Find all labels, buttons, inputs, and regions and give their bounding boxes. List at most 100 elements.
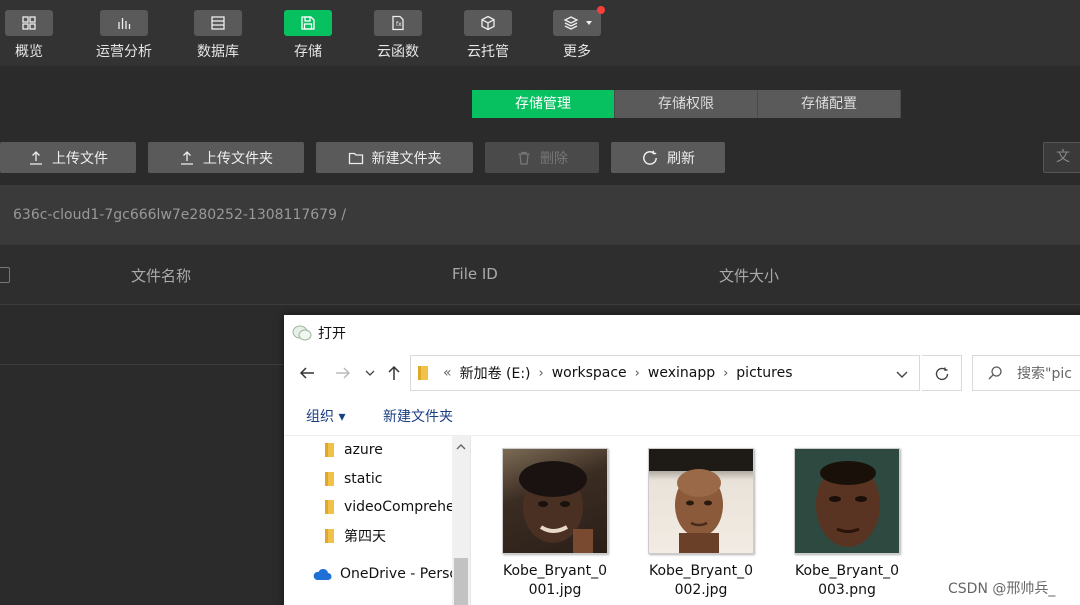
image-thumbnail (794, 448, 900, 554)
delete-button[interactable]: 删除 (485, 142, 599, 173)
file-search-input[interactable]: 文 (1043, 142, 1080, 173)
chevron-down-icon (586, 21, 592, 25)
toolbar-label: 数据库 (197, 44, 239, 60)
search-icon (988, 366, 1002, 380)
database-icon (194, 10, 242, 36)
toolbar-cloud-hosting-button[interactable]: 云托管 (464, 10, 512, 61)
up-arrow-icon[interactable] (385, 364, 403, 382)
chevron-down-icon[interactable] (364, 364, 376, 382)
dialog-title-bar: 打开 (292, 323, 346, 343)
address-segment[interactable]: workspace (552, 365, 627, 381)
folder-icon (325, 529, 334, 543)
svg-text:fx: fx (396, 21, 402, 28)
tree-item-videocomprehe[interactable]: videoComprehe (324, 496, 452, 518)
tree-item-label: OneDrive - Perso (340, 566, 452, 582)
tree-item-label: azure (344, 442, 383, 458)
upload-icon (30, 150, 42, 165)
column-file-id[interactable]: File ID (452, 265, 498, 283)
dialog-title: 打开 (318, 326, 346, 342)
tab-storage-config[interactable]: 存储配置 (758, 90, 901, 118)
address-segment[interactable]: wexinapp (648, 365, 715, 381)
folder-icon (325, 500, 334, 514)
upload-file-label: 上传文件 (52, 150, 108, 167)
tree-item-label: videoComprehe (344, 499, 452, 515)
folder-icon (348, 152, 363, 164)
upload-folder-button[interactable]: 上传文件夹 (148, 142, 304, 173)
tree-item-day4[interactable]: 第四天 (324, 525, 386, 547)
toolbar-cloud-function-button[interactable]: fx 云函数 (374, 10, 422, 61)
delete-label: 删除 (540, 150, 568, 167)
top-toolbar: 概览 运营分析 数据库 存储 fx 云函数 云托管 更多 (0, 0, 1080, 66)
chevron-right-icon: › (723, 365, 729, 381)
search-input[interactable]: 搜索"pic (972, 355, 1080, 391)
upload-folder-label: 上传文件夹 (203, 150, 273, 167)
new-folder-button[interactable]: 新建文件夹 (316, 142, 473, 173)
chevron-down-icon[interactable] (895, 367, 909, 381)
toolbar-more-button[interactable]: 更多 (553, 6, 605, 61)
tree-item-azure[interactable]: azure (324, 439, 383, 461)
refresh-icon (643, 150, 657, 165)
tab-storage-management[interactable]: 存储管理 (472, 90, 615, 118)
address-overflow[interactable]: « (443, 365, 452, 381)
column-file-size[interactable]: 文件大小 (719, 265, 779, 286)
column-file-name[interactable]: 文件名称 (131, 265, 191, 286)
file-name: Kobe_Bryant_0001.jpg (502, 563, 608, 598)
cube-icon (464, 10, 512, 36)
function-icon: fx (374, 10, 422, 36)
toolbar-analytics-button[interactable]: 运营分析 (96, 10, 152, 61)
open-file-dialog: 打开 « 新加卷 (E:) › workspace › wexinapp › p… (284, 315, 1080, 605)
file-name: Kobe_Bryant_0002.jpg (648, 563, 754, 598)
back-arrow-icon[interactable] (298, 364, 316, 382)
breadcrumb: 636c-cloud1-7gc666lw7e280252-1308117679 … (0, 185, 1080, 245)
layers-icon (553, 6, 605, 36)
tab-storage-permissions[interactable]: 存储权限 (615, 90, 758, 118)
refresh-label: 刷新 (667, 150, 695, 167)
search-placeholder: 搜索"pic (1017, 366, 1072, 382)
wechat-devtools-icon (292, 325, 312, 341)
toolbar-label: 更多 (563, 44, 591, 60)
save-icon (284, 10, 332, 36)
forward-arrow-icon[interactable] (334, 364, 352, 382)
navigation-pane: azure static videoComprehe 第四天 OneDrive … (284, 435, 470, 605)
refresh-button[interactable] (922, 355, 962, 391)
watermark: CSDN @邢帅兵_ (948, 581, 1056, 597)
bar-chart-icon (100, 10, 148, 36)
trash-icon (518, 151, 530, 165)
tree-item-onedrive[interactable]: OneDrive - Perso (312, 563, 452, 585)
file-item[interactable]: Kobe_Bryant_0001.jpg (495, 448, 615, 600)
chevron-up-icon[interactable] (455, 442, 467, 452)
new-folder-button[interactable]: 新建文件夹 (383, 406, 453, 426)
chevron-right-icon: › (634, 365, 640, 381)
toolbar-label: 运营分析 (96, 44, 152, 60)
storage-tabs: 存储管理 存储权限 存储配置 (472, 90, 901, 118)
address-bar[interactable]: « 新加卷 (E:) › workspace › wexinapp › pict… (410, 355, 920, 391)
tree-item-static[interactable]: static (324, 468, 382, 490)
cloud-icon (313, 568, 332, 580)
toolbar-label: 云函数 (377, 44, 419, 60)
address-segment[interactable]: 新加卷 (E:) (460, 363, 531, 383)
toolbar-label: 概览 (15, 44, 43, 60)
address-segment[interactable]: pictures (736, 365, 792, 381)
file-item[interactable]: Kobe_Bryant_0002.jpg (641, 448, 761, 600)
toolbar-database-button[interactable]: 数据库 (194, 10, 242, 61)
upload-icon (181, 150, 193, 165)
refresh-button[interactable]: 刷新 (611, 142, 725, 173)
chevron-right-icon: › (538, 365, 544, 381)
scrollbar-thumb[interactable] (454, 558, 468, 605)
image-thumbnail (648, 448, 754, 554)
file-table-header: 文件名称 File ID 文件大小 (0, 245, 1080, 305)
tree-item-label: 第四天 (344, 529, 386, 545)
grid-icon (5, 10, 53, 36)
upload-file-button[interactable]: 上传文件 (0, 142, 136, 173)
folder-icon (418, 366, 428, 380)
refresh-icon (935, 367, 949, 381)
toolbar-storage-button[interactable]: 存储 (284, 10, 332, 61)
file-item[interactable]: Kobe_Bryant_0003.png (787, 448, 907, 600)
organize-menu[interactable]: 组织 ▾ (306, 406, 345, 426)
image-thumbnail (502, 448, 608, 554)
notification-dot (597, 6, 605, 14)
select-all-checkbox[interactable] (0, 267, 10, 283)
tree-item-label: static (344, 471, 383, 487)
toolbar-overview-button[interactable]: 概览 (5, 10, 53, 61)
new-folder-label: 新建文件夹 (371, 150, 442, 167)
